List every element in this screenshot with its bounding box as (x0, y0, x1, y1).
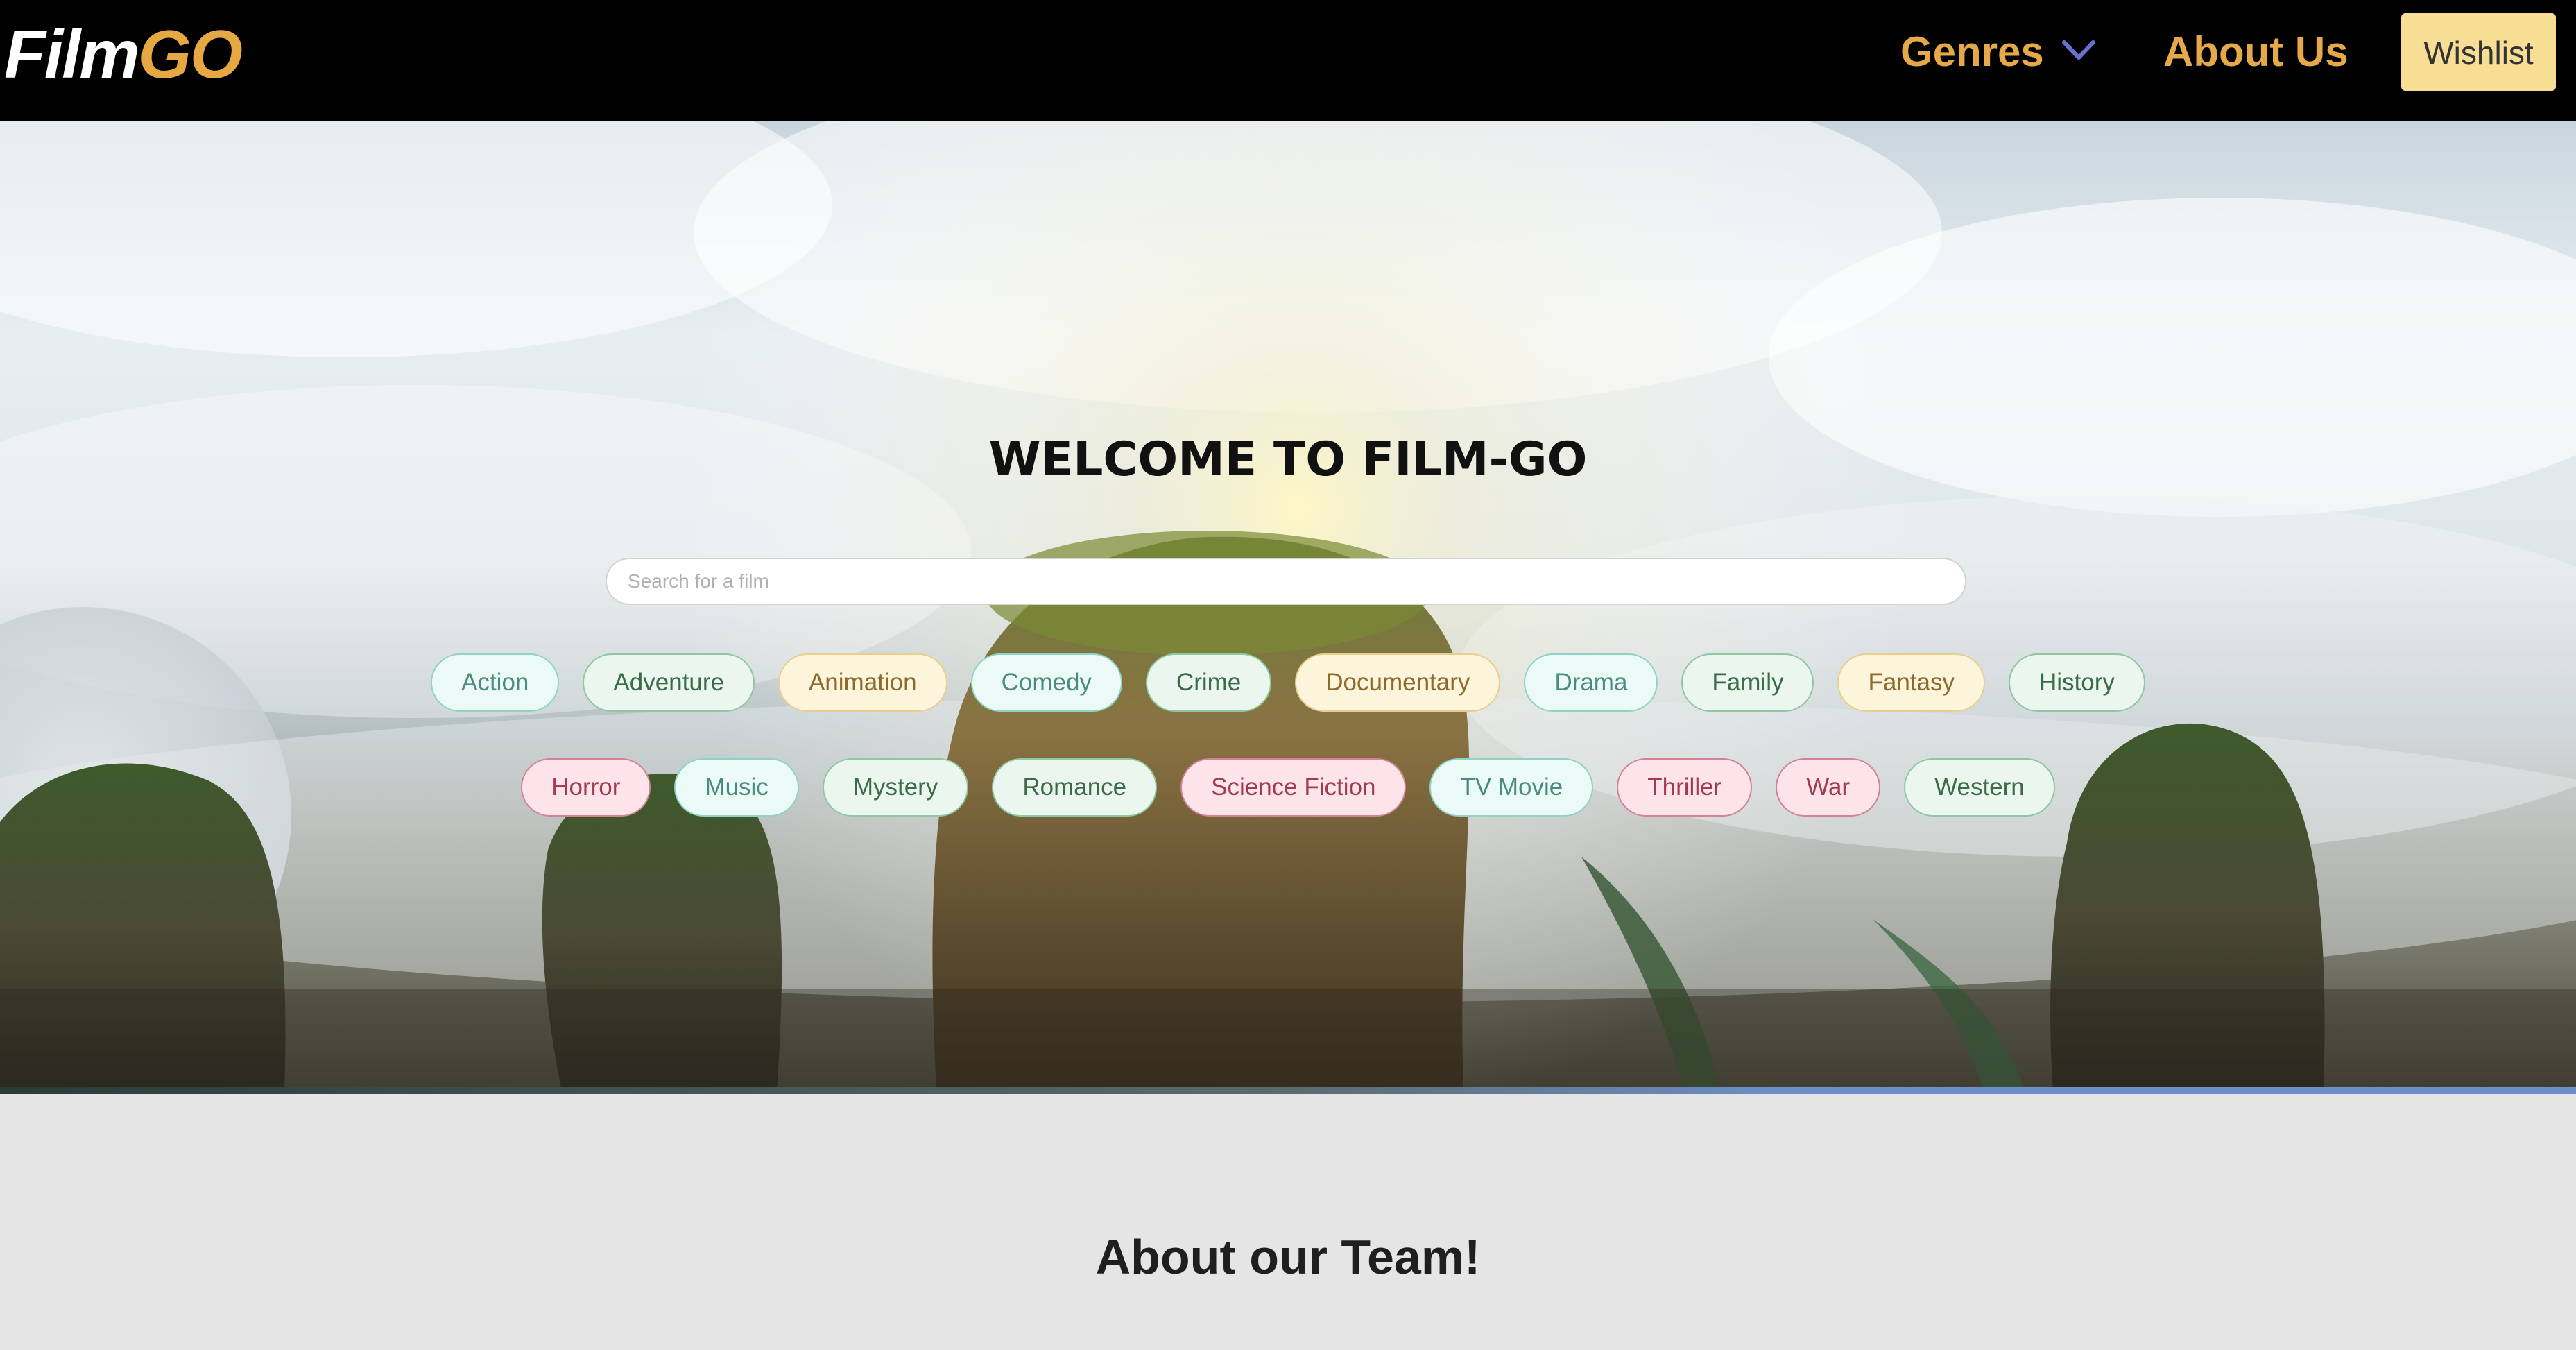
logo-film-text: Film (4, 16, 139, 92)
genre-chip-crime[interactable]: Crime (1145, 653, 1272, 712)
welcome-heading: WELCOME TO FILM-GO (988, 432, 1588, 487)
filmgo-logo[interactable]: FilmGO (4, 12, 243, 96)
genre-chip-comedy[interactable]: Comedy (970, 653, 1122, 712)
genre-chip-science-fiction[interactable]: Science Fiction (1180, 758, 1407, 817)
genre-chip-thriller[interactable]: Thriller (1617, 758, 1753, 817)
genre-chip-documentary[interactable]: Documentary (1295, 653, 1501, 712)
genre-chip-horror[interactable]: Horror (521, 758, 651, 817)
section-divider (0, 1087, 2576, 1094)
logo-go-text: GO (138, 16, 242, 92)
genre-chip-drama[interactable]: Drama (1524, 653, 1658, 712)
nav-genres-link[interactable]: Genres (1900, 21, 2044, 83)
genre-chip-fantasy[interactable]: Fantasy (1837, 653, 1985, 712)
genre-chip-animation[interactable]: Animation (778, 653, 947, 712)
genre-chip-action[interactable]: Action (431, 653, 560, 712)
genre-chips-row-2: Horror Music Mystery Romance Science Fiction… (0, 758, 2576, 817)
genre-chip-war[interactable]: War (1776, 758, 1881, 817)
genre-chip-family[interactable]: Family (1681, 653, 1814, 712)
nav-about-us-link[interactable]: About Us (2163, 21, 2349, 83)
genre-chip-romance[interactable]: Romance (992, 758, 1158, 817)
hero-banner: WELCOME TO FILM-GO Action Adventure Animat… (0, 121, 2576, 1091)
genre-chip-mystery[interactable]: Mystery (822, 758, 969, 817)
wishlist-button[interactable]: Wishlist (2401, 13, 2556, 91)
genre-chip-tv-movie[interactable]: TV Movie (1429, 758, 1594, 817)
genre-chip-history[interactable]: History (2008, 653, 2145, 712)
hero-background-image (0, 121, 2576, 1091)
chevron-down-icon[interactable] (2061, 37, 2096, 65)
genre-chips-row-1: Action Adventure Animation Comedy Crime Docum… (0, 653, 2576, 712)
genre-chip-adventure[interactable]: Adventure (583, 653, 755, 712)
genre-chip-music[interactable]: Music (674, 758, 799, 817)
about-section: About our Team! (0, 1094, 2576, 1350)
genre-chip-western[interactable]: Western (1904, 758, 2055, 817)
film-search-input[interactable] (606, 558, 1966, 605)
top-navbar: FilmGO Genres About Us Wishlist (0, 0, 2576, 121)
about-team-heading: About our Team! (1095, 1230, 1481, 1284)
